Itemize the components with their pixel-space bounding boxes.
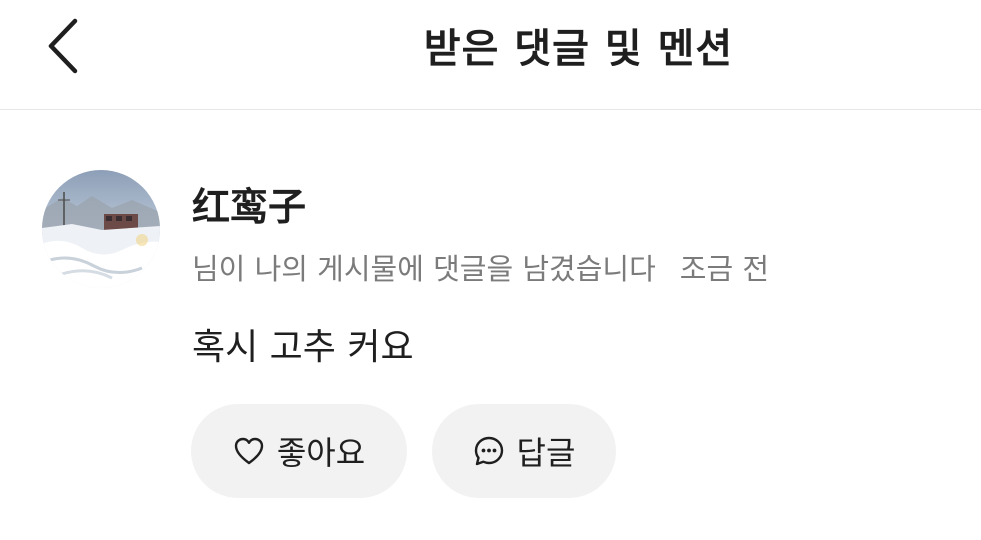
notification-message: 님이 나의 게시물에 댓글을 남겼습니다	[192, 252, 656, 286]
header-bar: 받은 댓글 및 멘션	[0, 0, 981, 110]
like-button[interactable]: 좋아요	[191, 404, 407, 498]
chat-bubble-icon	[473, 435, 505, 467]
comment-text: 혹시 고추 커요	[192, 327, 414, 368]
heart-icon	[233, 436, 265, 466]
page-title: 받은 댓글 및 멘션	[423, 26, 734, 72]
reply-label: 답글	[516, 434, 576, 472]
username[interactable]: 红鸾子	[192, 176, 306, 231]
avatar[interactable]	[42, 170, 160, 288]
avatar-image	[42, 170, 160, 288]
comment-notification[interactable]: 红鸾子 님이 나의 게시물에 댓글을 남겼습니다 조금 전 혹시 고추 커요 좋아…	[0, 110, 981, 540]
reply-button[interactable]: 답글	[432, 404, 616, 498]
notification-meta: 님이 나의 게시물에 댓글을 남겼습니다 조금 전	[192, 246, 769, 288]
timestamp: 조금 전	[679, 252, 770, 286]
like-label: 좋아요	[276, 434, 366, 472]
